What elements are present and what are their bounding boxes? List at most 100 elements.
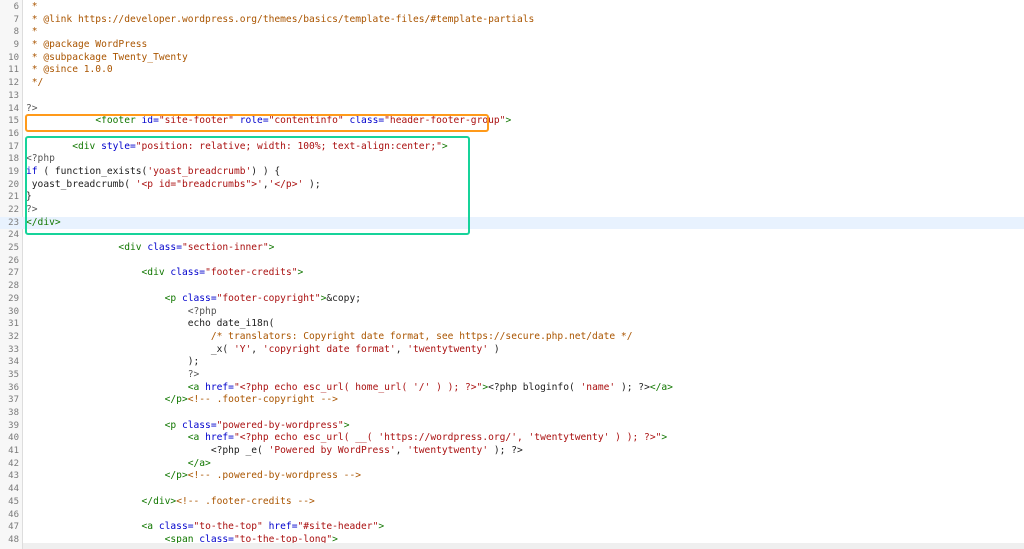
code-line[interactable]: 13 bbox=[0, 90, 1024, 103]
line-text: * @link https://developer.wordpress.org/… bbox=[26, 13, 535, 27]
line-text: </div><!-- .footer-credits --> bbox=[26, 496, 315, 509]
line-text: echo date_i18n( bbox=[26, 318, 275, 331]
code-line[interactable]: 43 </p><!-- .powered-by-wordpress --> bbox=[0, 470, 1024, 483]
code-token: <a bbox=[141, 521, 159, 533]
code-line[interactable]: 37 </p><!-- .footer-copyright --> bbox=[0, 394, 1024, 407]
code-line[interactable]: 35 ?> bbox=[0, 369, 1024, 382]
code-line[interactable]: 44 bbox=[0, 483, 1024, 496]
code-token: </div> bbox=[141, 495, 177, 507]
code-token: 'twentytwenty' bbox=[407, 343, 489, 355]
code-token: <div bbox=[141, 267, 171, 279]
horizontal-scrollbar[interactable] bbox=[23, 543, 1024, 549]
code-line[interactable]: 39 <p class="powered-by-wordpress"> bbox=[0, 420, 1024, 433]
code-token: , bbox=[251, 343, 263, 355]
code-token: * bbox=[26, 1, 38, 12]
line-number: 14 bbox=[8, 103, 19, 114]
code-token: > bbox=[268, 242, 275, 254]
code-line[interactable]: 12 */ bbox=[0, 77, 1024, 90]
code-line[interactable]: 11 * @since 1.0.0 bbox=[0, 64, 1024, 77]
code-line[interactable]: 47 <a class="to-the-top" href="#site-hea… bbox=[0, 521, 1024, 534]
code-line[interactable]: 38 bbox=[0, 407, 1024, 420]
line-text: <div class="section-inner"> bbox=[26, 242, 274, 255]
line-number: 41 bbox=[8, 446, 19, 457]
code-line[interactable]: 33 _x( 'Y', 'copyright date format', 'tw… bbox=[0, 344, 1024, 357]
line-number: 34 bbox=[8, 357, 19, 368]
line-text: /* translators: Copyright date format, s… bbox=[26, 331, 633, 344]
code-token: > bbox=[378, 521, 385, 533]
line-text: <p class="powered-by-wordpress"> bbox=[26, 419, 350, 433]
code-line[interactable]: 28 bbox=[0, 280, 1024, 293]
code-token: <p bbox=[164, 419, 182, 431]
code-line[interactable]: 27 <div class="footer-credits"> bbox=[0, 267, 1024, 280]
line-number: 13 bbox=[8, 90, 19, 101]
code-line[interactable]: 7 * @link https://developer.wordpress.or… bbox=[0, 14, 1024, 27]
code-token: "footer-credits" bbox=[205, 267, 298, 279]
line-text: * bbox=[26, 26, 38, 39]
code-token: "powered-by-wordpress" bbox=[216, 419, 344, 431]
code-token: 'Y' bbox=[233, 343, 252, 355]
code-token: > bbox=[297, 267, 304, 279]
code-token: */ bbox=[26, 77, 44, 89]
line-number: 7 bbox=[13, 14, 19, 25]
code-line[interactable]: 41 <?php _e( 'Powered by WordPress', 'tw… bbox=[0, 445, 1024, 458]
code-token: &copy; bbox=[326, 292, 362, 304]
line-number: 16 bbox=[8, 128, 19, 139]
line-number: 37 bbox=[8, 395, 19, 406]
code-area[interactable]: 6 * 7 * @link https://developer.wordpress… bbox=[0, 1, 1024, 547]
code-line[interactable]: 10 * @subpackage Twenty_Twenty bbox=[0, 52, 1024, 65]
code-token: class= bbox=[170, 267, 206, 279]
code-token: > bbox=[661, 432, 668, 444]
line-number: 21 bbox=[8, 192, 19, 203]
code-token: ?> bbox=[187, 368, 200, 380]
code-token: "<?php echo esc_url( home_url( '/' ) ); … bbox=[233, 381, 483, 393]
code-editor[interactable]: 6 * 7 * @link https://developer.wordpress… bbox=[0, 0, 1024, 549]
code-line[interactable]: 9 * @package WordPress bbox=[0, 39, 1024, 52]
code-token: <!-- .powered-by-wordpress --> bbox=[187, 470, 362, 482]
code-line[interactable]: 46 bbox=[0, 509, 1024, 522]
code-token: 'copyright date format' bbox=[262, 343, 396, 355]
line-number: 17 bbox=[8, 141, 19, 152]
code-line[interactable]: 31 echo date_i18n( bbox=[0, 318, 1024, 331]
line-text: <p class="footer-copyright">&copy; bbox=[26, 293, 361, 306]
code-token: class= bbox=[147, 242, 182, 254]
line-text: </p><!-- .powered-by-wordpress --> bbox=[26, 470, 361, 483]
code-token: ?> bbox=[26, 102, 38, 114]
code-line[interactable]: 25 <div class="section-inner"> bbox=[0, 242, 1024, 255]
line-number: 32 bbox=[8, 331, 19, 342]
code-line[interactable]: 34 ); bbox=[0, 356, 1024, 369]
code-line[interactable]: 30 <?php bbox=[0, 306, 1024, 319]
line-text: * bbox=[26, 1, 38, 14]
code-token: /* translators: Copyright date format, s… bbox=[210, 330, 633, 342]
code-line[interactable]: 42 </a> bbox=[0, 458, 1024, 471]
code-line[interactable]: 26 bbox=[0, 255, 1024, 268]
line-text: <a href="<?php echo esc_url( home_url( '… bbox=[26, 382, 673, 395]
line-number: 28 bbox=[8, 281, 19, 292]
code-line[interactable]: 36 <a href="<?php echo esc_url( home_url… bbox=[0, 382, 1024, 395]
line-number: 10 bbox=[8, 52, 19, 63]
line-text: </p><!-- .footer-copyright --> bbox=[26, 394, 338, 407]
code-line[interactable]: 8 * bbox=[0, 26, 1024, 39]
line-number: 12 bbox=[8, 78, 19, 89]
code-token: > bbox=[343, 419, 350, 431]
code-token: class= bbox=[181, 292, 217, 304]
line-number: 6 bbox=[13, 2, 19, 12]
code-token: <!-- .footer-credits --> bbox=[176, 495, 315, 507]
code-token: <?php _e( bbox=[26, 445, 269, 457]
code-line[interactable]: 29 <p class="footer-copyright">&copy; bbox=[0, 293, 1024, 306]
code-token: <p bbox=[164, 292, 182, 304]
code-line[interactable]: 32 /* translators: Copyright date format… bbox=[0, 331, 1024, 344]
code-line[interactable]: 45 </div><!-- .footer-credits --> bbox=[0, 496, 1024, 509]
code-line[interactable]: 40 <a href="<?php echo esc_url( __( 'htt… bbox=[0, 432, 1024, 445]
code-token: * @link https://developer.wordpress.org/… bbox=[26, 13, 535, 25]
line-number: 39 bbox=[8, 420, 19, 431]
line-text: ); bbox=[26, 356, 200, 369]
code-token: "footer-copyright" bbox=[216, 292, 321, 304]
code-line[interactable]: 6 * bbox=[0, 1, 1024, 14]
